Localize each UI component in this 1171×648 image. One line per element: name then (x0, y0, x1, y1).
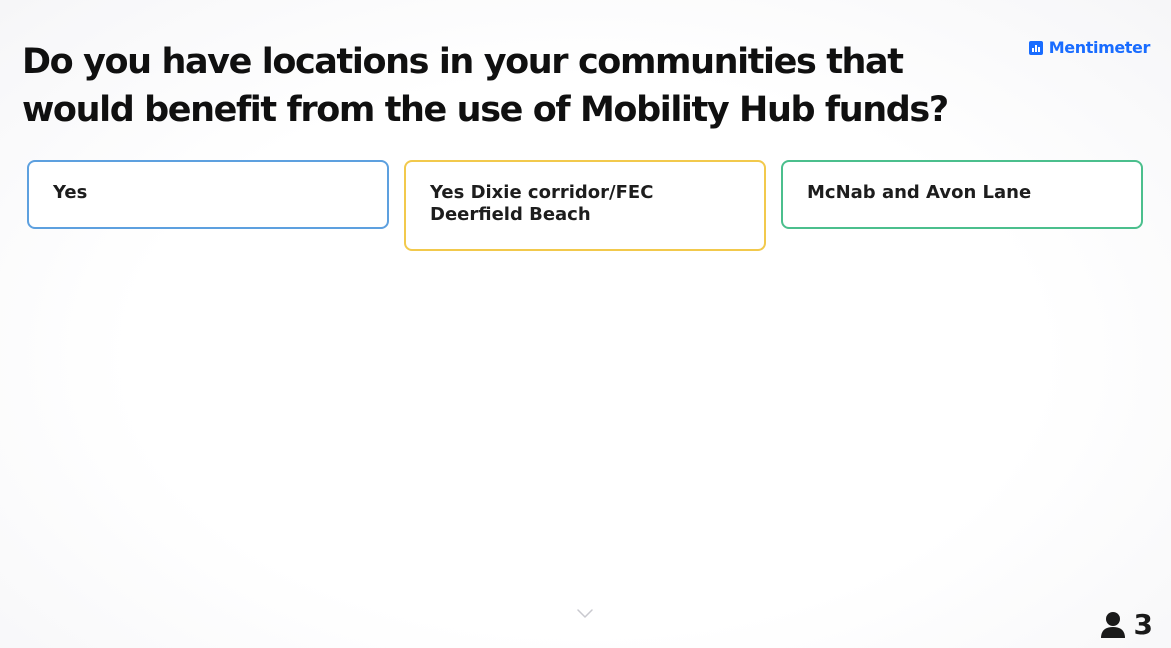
response-text: Yes Dixie corridor/FEC Deerfield Beach (430, 182, 654, 225)
brand-name: Mentimeter (1048, 38, 1151, 57)
chevron-down-icon[interactable] (577, 609, 593, 619)
user-icon (1100, 611, 1125, 638)
mentimeter-logo: Mentimeter (1028, 38, 1151, 57)
response-card: Yes (27, 160, 389, 229)
question-title: Do you have locations in your communitie… (22, 42, 949, 130)
participant-counter: 3 (1100, 608, 1153, 641)
response-card: Yes Dixie corridor/FEC Deerfield Beach (404, 160, 766, 251)
bar-chart-icon (1028, 40, 1043, 55)
response-text: Yes (53, 182, 88, 203)
participant-count: 3 (1133, 608, 1153, 641)
response-card: McNab and Avon Lane (781, 160, 1143, 229)
response-text: McNab and Avon Lane (807, 182, 1032, 203)
slide: Do you have locations in your communitie… (0, 0, 1171, 648)
